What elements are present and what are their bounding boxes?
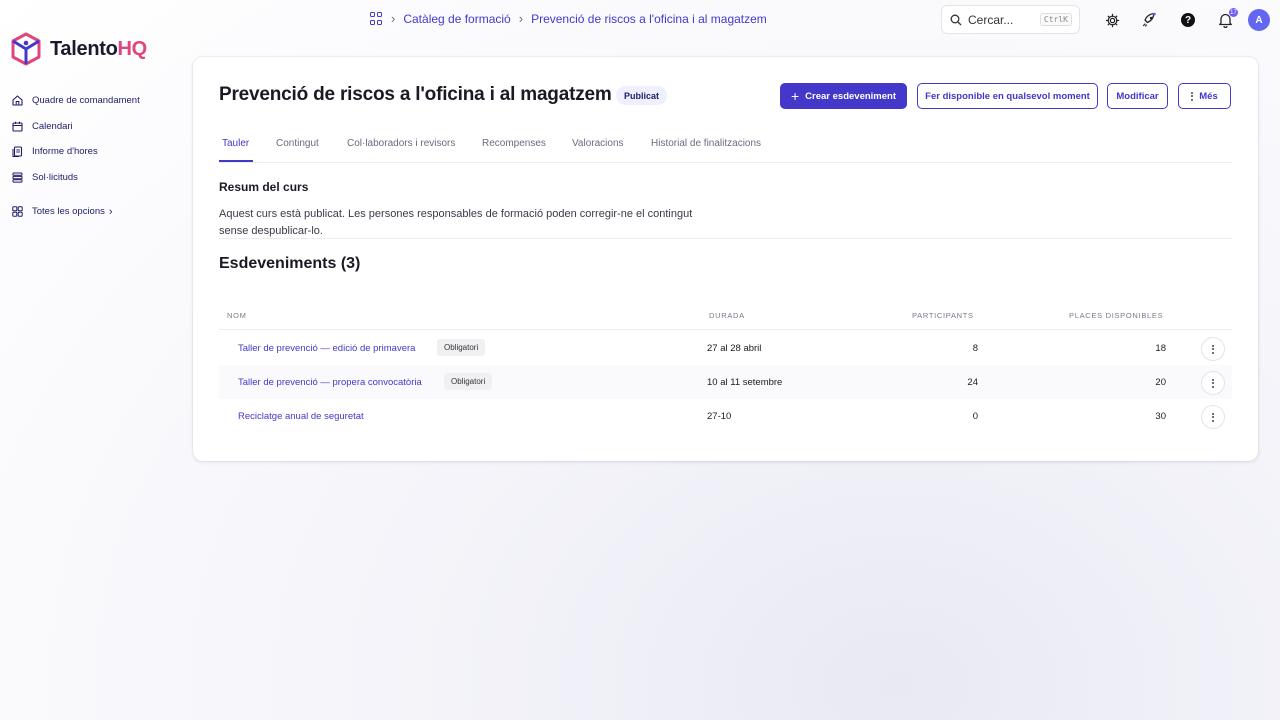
- breadcrumb: › Catàleg de formació › Prevenció de ris…: [370, 11, 767, 26]
- status-badge: Publicat: [616, 86, 668, 105]
- row-actions-button[interactable]: [1201, 337, 1225, 361]
- chevron-right-icon: ›: [391, 11, 396, 26]
- event-name-link[interactable]: Taller de prevenció — propera convocatòr…: [238, 377, 422, 388]
- notification-count-badge: 17: [1229, 8, 1238, 17]
- grid-icon: [12, 206, 23, 217]
- tab-completion-history[interactable]: Historial de finalitzacions: [651, 138, 761, 149]
- column-header-participants: PARTICIPANTS: [912, 311, 974, 320]
- logo[interactable]: TalentoHQ: [10, 32, 147, 66]
- mandatory-tag: Obligatori: [437, 339, 486, 356]
- events-title: Esdeveniments (3): [219, 255, 361, 272]
- event-name-link[interactable]: Taller de prevenció — edició de primaver…: [238, 343, 415, 354]
- sidebar-nav: Quadre de comandament Calendari Informe …: [12, 88, 182, 225]
- search-input[interactable]: Cercar... CtrlK: [941, 5, 1080, 34]
- event-name-link[interactable]: Reciclatge anual de seguretat: [238, 411, 364, 422]
- event-places: 30: [1155, 411, 1166, 422]
- column-header-places: PLACES DISPONIBLES: [1069, 311, 1164, 320]
- active-tab-indicator: [219, 160, 253, 162]
- event-places: 20: [1155, 377, 1166, 388]
- grid-icon[interactable]: [370, 12, 383, 25]
- tab-ratings[interactable]: Valoracions: [572, 138, 624, 149]
- breadcrumb-catalog-link[interactable]: Catàleg de formació: [403, 12, 510, 26]
- gear-icon[interactable]: [1103, 11, 1121, 29]
- summary-text: Aquest curs està publicat. Les persones …: [219, 208, 693, 237]
- calendar-icon: [12, 121, 23, 132]
- help-icon[interactable]: ?: [1181, 13, 1195, 27]
- event-participants: 24: [967, 377, 978, 388]
- table-header: NOM DURADA PARTICIPANTS PLACES DISPONIBL…: [219, 306, 1232, 330]
- plus-icon: +: [790, 88, 800, 104]
- tab-content[interactable]: Contingut: [276, 138, 319, 149]
- sidebar-item-label: Informe d'hores: [32, 146, 98, 158]
- kebab-icon: [1212, 344, 1214, 354]
- report-icon: [12, 146, 23, 158]
- sidebar-item-calendar[interactable]: Calendari: [12, 114, 182, 140]
- avatar[interactable]: A: [1248, 9, 1270, 31]
- sidebar-item-label: Sol·licituds: [32, 171, 78, 183]
- make-available-button[interactable]: Fer disponible en qualsevol moment: [917, 83, 1098, 109]
- kebab-icon: [1212, 378, 1214, 388]
- mandatory-tag: Obligatori: [444, 373, 493, 390]
- divider: [219, 238, 1232, 239]
- page-title: Prevenció de riscos a l'oficina i al mag…: [219, 84, 612, 105]
- sidebar-item-label: Totes les opcions: [32, 206, 105, 218]
- sidebar-item-dashboard[interactable]: Quadre de comandament: [12, 88, 182, 114]
- event-duration: 10 al 11 setembre: [707, 377, 783, 388]
- event-duration: 27-10: [707, 411, 732, 422]
- more-button[interactable]: Més: [1178, 83, 1231, 109]
- row-actions-button[interactable]: [1201, 371, 1225, 395]
- tab-collaborators[interactable]: Col·laboradors i revisors: [347, 138, 455, 149]
- sidebar-item-requests[interactable]: Sol·licituds: [12, 165, 182, 191]
- table-row[interactable]: Taller de prevenció — edició de primaver…: [219, 331, 1232, 365]
- logo-text: TalentoHQ: [50, 37, 147, 60]
- breadcrumb-current[interactable]: Prevenció de riscos a l'oficina i al mag…: [531, 12, 767, 26]
- chevron-right-icon: ›: [518, 11, 524, 26]
- list-icon: [12, 172, 23, 183]
- column-header-name: NOM: [227, 311, 247, 320]
- create-event-button[interactable]: + Crear esdeveniment: [780, 83, 907, 109]
- logo-cube-icon: [11, 32, 41, 66]
- event-participants: 8: [972, 343, 978, 354]
- sidebar-item-label: Quadre de comandament: [32, 95, 140, 107]
- top-bar: › Catàleg de formació › Prevenció de ris…: [0, 0, 1280, 40]
- tab-dashboard[interactable]: Tauler: [222, 138, 249, 149]
- table-row[interactable]: Taller de prevenció — propera convocatòr…: [219, 365, 1232, 399]
- column-header-duration: DURADA: [709, 311, 745, 320]
- row-actions-button[interactable]: [1201, 405, 1225, 429]
- summary-title: Resum del curs: [219, 180, 309, 194]
- tab-rewards[interactable]: Recompenses: [482, 138, 546, 149]
- table-row[interactable]: Reciclatge anual de seguretat 27-10 0 30: [219, 399, 1232, 433]
- search-placeholder: Cercar...: [968, 12, 1014, 27]
- chevron-right-icon: ›: [108, 205, 113, 218]
- search-shortcut: CtrlK: [1039, 13, 1072, 26]
- sidebar-item-all-options[interactable]: Totes les opcions ›: [12, 199, 182, 225]
- sidebar-item-hours-report[interactable]: Informe d'hores: [12, 139, 182, 165]
- sidebar-item-label: Calendari: [32, 120, 73, 132]
- home-icon: [12, 95, 23, 106]
- event-duration: 27 al 28 abril: [707, 343, 762, 354]
- search-icon: [950, 14, 962, 25]
- kebab-icon: [1212, 412, 1214, 422]
- kebab-icon: [1191, 91, 1194, 101]
- rocket-icon[interactable]: [1140, 11, 1158, 29]
- tab-bar: Tauler Contingut Col·laboradors i reviso…: [219, 131, 1232, 163]
- event-places: 18: [1155, 343, 1166, 354]
- edit-button[interactable]: Modificar: [1107, 83, 1168, 109]
- course-card: Prevenció de riscos a l'oficina i al mag…: [193, 57, 1258, 461]
- event-participants: 0: [972, 411, 978, 422]
